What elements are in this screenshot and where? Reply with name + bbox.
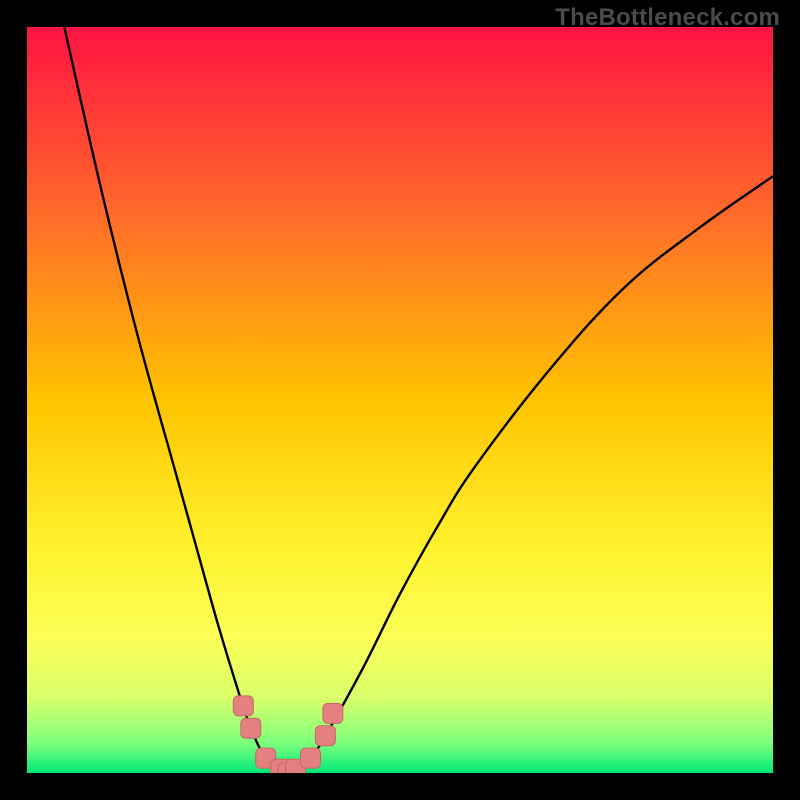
marker-point: [241, 718, 261, 738]
marker-point: [323, 703, 343, 723]
watermark-text: TheBottleneck.com: [555, 4, 780, 32]
marker-point: [233, 696, 253, 716]
marker-point: [315, 726, 335, 746]
chart-frame: { "watermark": "TheBottleneck.com", "col…: [0, 0, 800, 800]
plot-background: [27, 27, 773, 773]
bottleneck-plot: [0, 0, 800, 800]
marker-point: [300, 748, 320, 768]
